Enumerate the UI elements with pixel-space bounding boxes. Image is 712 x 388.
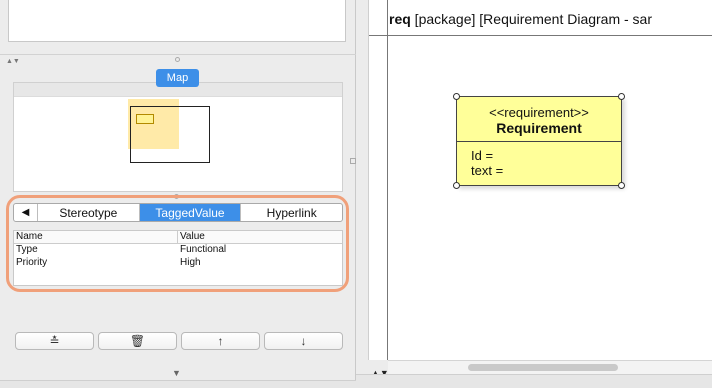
left-pane: ▲▼ Map ◀ Stereotype TaggedValue Hyperlin… — [0, 0, 356, 388]
horizontal-scrollbar[interactable] — [388, 360, 712, 374]
delete-tag-button[interactable]: 🗑 — [98, 332, 177, 350]
arrow-up-icon: ↑ — [217, 334, 224, 348]
resize-handle-bottom-left[interactable] — [453, 182, 460, 189]
diagram-frame-header: req [package] [Requirement Diagram - sar — [369, 0, 712, 36]
splitter-grip-icon[interactable] — [175, 57, 180, 62]
resize-handle-top-right[interactable] — [618, 93, 625, 100]
map-requirement-thumbnail — [136, 114, 154, 124]
pane-resize-handle[interactable] — [350, 158, 356, 164]
resize-handle-top-left[interactable] — [453, 93, 460, 100]
requirement-header: <<requirement>> Requirement — [457, 97, 621, 142]
diagram-title-text: [package] [Requirement Diagram - sar — [410, 11, 653, 27]
attribute-text: text = — [471, 163, 504, 178]
status-strip — [356, 374, 712, 388]
chevron-down-icon[interactable]: ▼ — [172, 368, 181, 378]
tagged-value-toolbar: ≛ 🗑 ↑ ↓ — [15, 332, 343, 350]
highlight-outline — [6, 195, 349, 292]
requirement-name: Requirement — [496, 120, 582, 136]
status-strip — [0, 380, 356, 388]
map-overview[interactable] — [13, 82, 343, 192]
diagram-frame-border — [387, 0, 388, 360]
scroll-updown-icon[interactable]: ▲▼ — [6, 58, 20, 65]
add-tag-button[interactable]: ≛ — [15, 332, 94, 350]
attribute-id: Id = — [471, 148, 494, 163]
arrow-down-icon: ↓ — [300, 334, 307, 348]
requirement-element[interactable]: <<requirement>> Requirement Id = text = — [453, 93, 625, 189]
requirement-attributes: Id = text = — [457, 142, 621, 178]
resize-handle-bottom-right[interactable] — [618, 182, 625, 189]
scrollbar-thumb[interactable] — [468, 364, 618, 371]
map-button[interactable]: Map — [156, 69, 199, 87]
move-up-button[interactable]: ↑ — [181, 332, 260, 350]
requirement-stereotype: <<requirement>> — [489, 105, 589, 120]
add-icon: ≛ — [49, 334, 60, 348]
trash-icon: 🗑 — [129, 334, 146, 348]
model-browser-panel[interactable] — [8, 0, 346, 42]
diagram-kind-keyword: req — [389, 11, 411, 27]
move-down-button[interactable]: ↓ — [264, 332, 343, 350]
diagram-canvas[interactable]: req [package] [Requirement Diagram - sar… — [368, 0, 712, 374]
diagram-title: req [package] [Requirement Diagram - sar — [389, 11, 652, 27]
